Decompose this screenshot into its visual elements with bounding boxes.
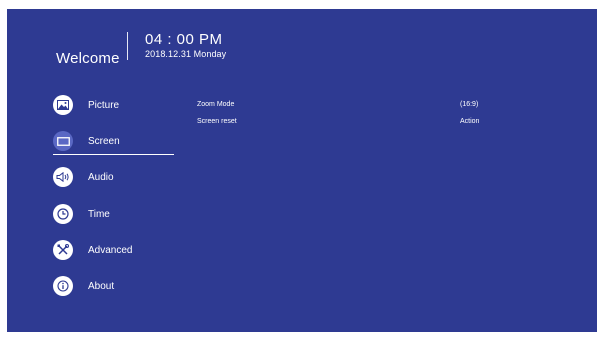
welcome-title: Welcome (56, 50, 120, 67)
menu-item-picture[interactable]: Picture (53, 93, 177, 117)
settings-screen: Welcome 04 : 00 PM 2018.12.31 Monday Pic… (7, 9, 597, 332)
setting-name: Screen reset (197, 118, 237, 125)
setting-value: (16:9) (460, 101, 479, 108)
menu-item-label: Time (88, 208, 110, 220)
menu-item-advanced[interactable]: Advanced (53, 238, 177, 262)
setting-row-screen-reset[interactable]: Screen reset Action (197, 118, 487, 130)
menu-item-label: About (88, 280, 115, 292)
menu-item-audio[interactable]: Audio (53, 165, 177, 189)
setting-row-zoom-mode[interactable]: Zoom Mode (16:9) (197, 101, 487, 113)
setting-value: Action (460, 118, 480, 125)
selected-item-underline (53, 154, 174, 155)
menu-item-label: Audio (88, 171, 114, 183)
clock-time: 04 : 00 PM (145, 31, 223, 48)
picture-icon (53, 95, 73, 115)
tools-icon (53, 240, 73, 260)
menu-item-label: Screen (88, 135, 120, 147)
header-divider (127, 32, 128, 60)
menu-item-screen[interactable]: Screen (53, 129, 177, 153)
menu-item-label: Advanced (88, 244, 133, 256)
clock-icon (53, 204, 73, 224)
speaker-icon (53, 167, 73, 187)
menu-item-time[interactable]: Time (53, 202, 177, 226)
info-icon (53, 276, 73, 296)
menu-item-label: Picture (88, 99, 120, 111)
clock-date: 2018.12.31 Monday (145, 49, 227, 59)
setting-name: Zoom Mode (197, 101, 235, 108)
screen-icon (53, 131, 73, 151)
menu-item-about[interactable]: About (53, 274, 177, 298)
